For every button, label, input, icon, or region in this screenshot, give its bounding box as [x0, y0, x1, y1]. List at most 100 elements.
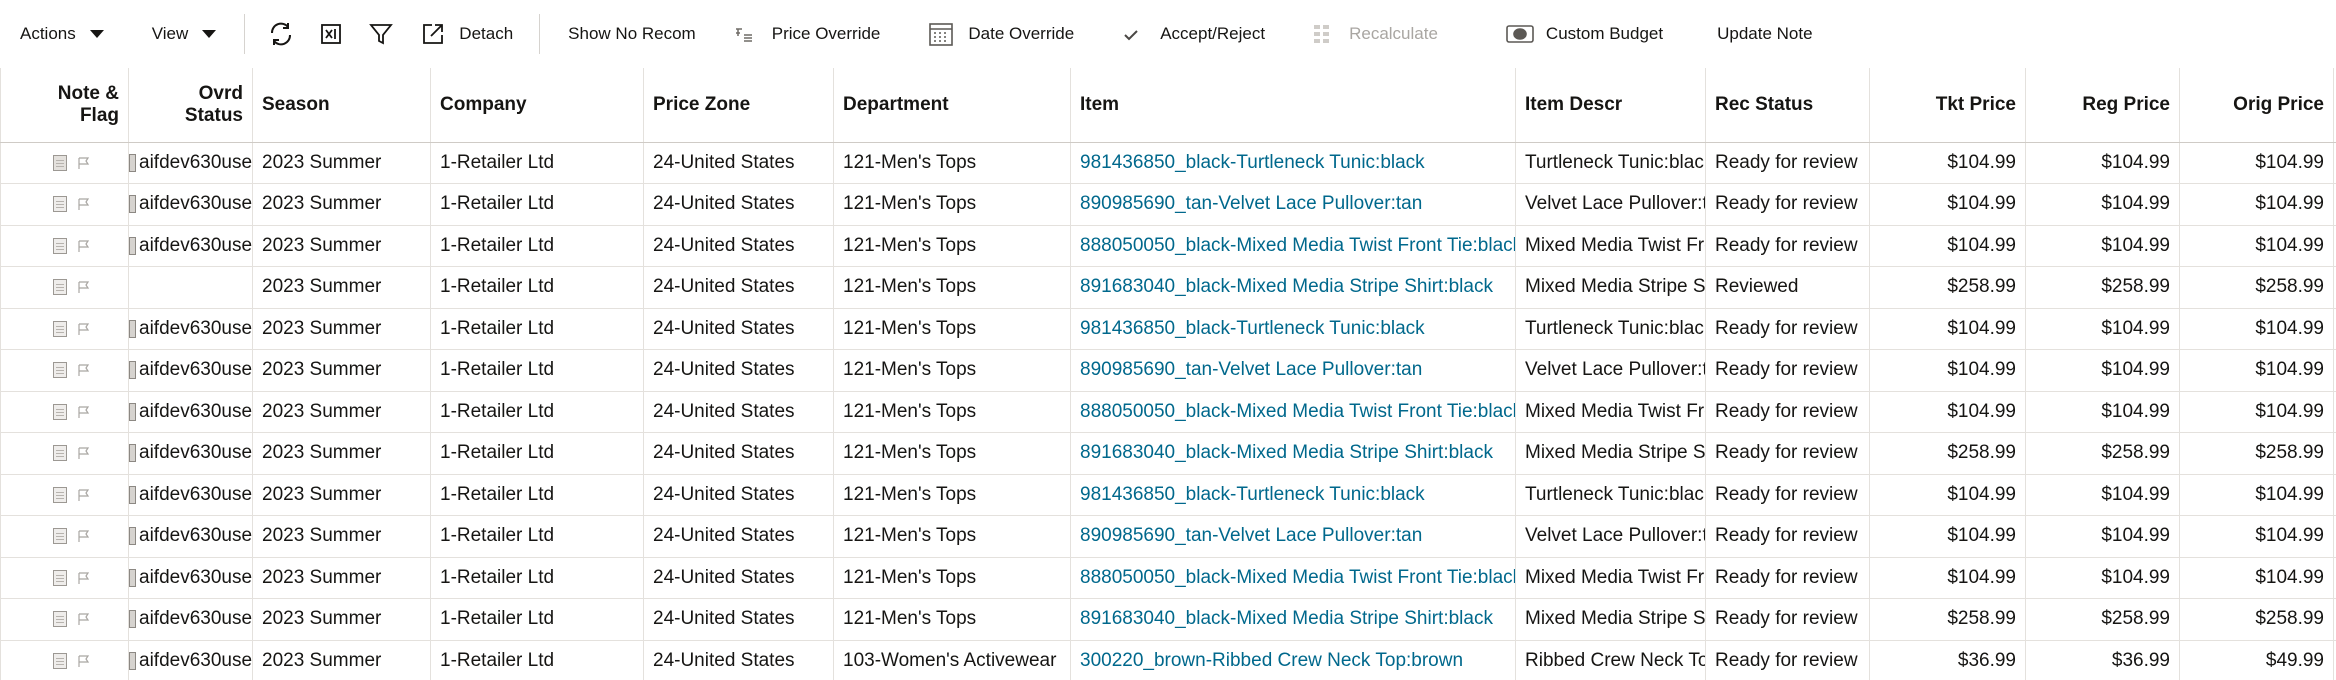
note-icon[interactable]	[53, 320, 67, 337]
filter-button[interactable]	[359, 12, 403, 56]
item-link[interactable]: 890985690_tan-Velvet Lace Pullover:tan	[1070, 515, 1516, 558]
ovrd-status-cell: aifdev630user	[128, 515, 253, 558]
note-icon[interactable]	[53, 528, 67, 545]
note-icon[interactable]	[53, 652, 67, 669]
header-rec-status[interactable]: Rec Status	[1705, 68, 1870, 143]
item-link[interactable]: 891683040_black-Mixed Media Stripe Shirt…	[1070, 266, 1516, 309]
flag-icon[interactable]	[77, 654, 91, 668]
header-item-descr[interactable]: Item Descr	[1515, 68, 1706, 143]
item-link[interactable]: 981436850_black-Turtleneck Tunic:black	[1070, 473, 1516, 516]
header-note-flag[interactable]: Note & Flag	[0, 68, 129, 143]
override-icon[interactable]	[129, 568, 136, 587]
flag-icon[interactable]	[77, 488, 91, 502]
table-row[interactable]: aifdev630user 2023 Summer 1-Retailer Ltd 24…	[0, 598, 2336, 641]
note-icon[interactable]	[53, 362, 67, 379]
flag-icon[interactable]	[77, 322, 91, 336]
note-icon[interactable]	[53, 154, 67, 171]
note-flag-cell	[0, 390, 129, 433]
flag-icon[interactable]	[77, 446, 91, 460]
company-cell: 1-Retailer Ltd	[430, 183, 644, 226]
table-row[interactable]: aifdev630user 2023 Summer 1-Retailer Ltd 24…	[0, 390, 2336, 433]
header-ovrd-line2: Status	[184, 104, 243, 126]
header-orig-price[interactable]: Orig Price	[2179, 68, 2334, 143]
detach-button[interactable]: Detach	[409, 12, 525, 56]
item-link[interactable]: 888050050_black-Mixed Media Twist Front …	[1070, 556, 1516, 599]
reg-price-cell: $36.99	[2025, 639, 2180, 680]
ovrd-status: aifdev630user	[129, 401, 252, 423]
note-icon[interactable]	[53, 445, 67, 462]
header-reg-price[interactable]: Reg Price	[2025, 68, 2180, 143]
table-row[interactable]: aifdev630user 2023 Summer 1-Retailer Ltd 24…	[0, 432, 2336, 475]
flag-icon[interactable]	[77, 612, 91, 626]
price-override-button[interactable]: Price Override	[722, 12, 893, 56]
item-link[interactable]: 890985690_tan-Velvet Lace Pullover:tan	[1070, 183, 1516, 226]
item-link[interactable]: 981436850_black-Turtleneck Tunic:black	[1070, 307, 1516, 350]
item-link[interactable]: 300220_brown-Ribbed Crew Neck Top:brown	[1070, 639, 1516, 680]
note-icon[interactable]	[53, 486, 67, 503]
override-icon[interactable]	[129, 527, 136, 546]
flag-icon[interactable]	[77, 156, 91, 170]
item-link[interactable]: 890985690_tan-Velvet Lace Pullover:tan	[1070, 349, 1516, 392]
date-override-button[interactable]: Date Override	[916, 12, 1086, 56]
refresh-button[interactable]	[259, 12, 303, 56]
override-icon[interactable]	[129, 236, 136, 255]
table-row[interactable]: aifdev630user 2023 Summer 1-Retailer Ltd 24…	[0, 473, 2336, 516]
table-row[interactable]: aifdev630user 2023 Summer 1-Retailer Ltd 24…	[0, 349, 2336, 392]
override-icon[interactable]	[129, 153, 136, 172]
flag-icon[interactable]	[77, 405, 91, 419]
flag-icon[interactable]	[77, 197, 91, 211]
table-row[interactable]: aifdev630user 2023 Summer 1-Retailer Ltd 24…	[0, 639, 2336, 680]
actions-menu[interactable]: Actions	[8, 12, 116, 56]
note-icon[interactable]	[53, 569, 67, 586]
note-icon[interactable]	[53, 237, 67, 254]
table-row[interactable]: 2023 Summer 1-Retailer Ltd 24-United State…	[0, 266, 2336, 309]
table-row[interactable]: aifdev630user 2023 Summer 1-Retailer Ltd 24…	[0, 515, 2336, 558]
override-icon[interactable]	[129, 444, 136, 463]
override-icon[interactable]	[129, 361, 136, 380]
update-note-button[interactable]: Update Note	[1705, 12, 1824, 56]
flag-icon[interactable]	[77, 571, 91, 585]
note-icon[interactable]	[53, 403, 67, 420]
flag-icon[interactable]	[77, 239, 91, 253]
table-row[interactable]: aifdev630user 2023 Summer 1-Retailer Ltd 24…	[0, 224, 2336, 267]
recalculate-button[interactable]: Recalculate	[1301, 12, 1450, 56]
table-body: aifdev630user 2023 Summer 1-Retailer Ltd 24…	[0, 141, 2336, 680]
override-icon[interactable]	[129, 319, 136, 338]
header-price-zone[interactable]: Price Zone	[643, 68, 834, 143]
view-menu[interactable]: View	[140, 12, 229, 56]
flag-icon[interactable]	[77, 529, 91, 543]
note-icon[interactable]	[53, 279, 67, 296]
override-icon[interactable]	[129, 195, 136, 214]
header-department[interactable]: Department	[833, 68, 1071, 143]
table-row[interactable]: aifdev630user 2023 Summer 1-Retailer Ltd 24…	[0, 307, 2336, 350]
table-row[interactable]: aifdev630user 2023 Summer 1-Retailer Ltd 24…	[0, 183, 2336, 226]
header-item[interactable]: Item	[1070, 68, 1516, 143]
season-cell: 2023 Summer	[252, 307, 431, 350]
header-note-flag-line1: Note &	[57, 82, 119, 104]
flag-icon[interactable]	[77, 363, 91, 377]
accept-reject-button[interactable]: Accept/Reject	[1110, 12, 1277, 56]
override-icon[interactable]	[129, 651, 136, 670]
header-company[interactable]: Company	[430, 68, 644, 143]
show-no-recom-button[interactable]: Show No Recom	[554, 12, 708, 56]
override-icon[interactable]	[129, 610, 136, 629]
price-zone-cell: 24-United States	[643, 224, 834, 267]
header-tkt-price[interactable]: Tkt Price	[1869, 68, 2026, 143]
override-icon[interactable]	[129, 485, 136, 504]
override-icon[interactable]	[129, 402, 136, 421]
header-ovrd-status[interactable]: Ovrd Status	[128, 68, 253, 143]
flag-icon[interactable]	[77, 280, 91, 294]
header-season[interactable]: Season	[252, 68, 431, 143]
item-descr-cell: Velvet Lace Pullover:tan	[1515, 515, 1706, 558]
note-icon[interactable]	[53, 611, 67, 628]
custom-budget-button[interactable]: Custom Budget	[1494, 12, 1675, 56]
table-row[interactable]: aifdev630user 2023 Summer 1-Retailer Ltd 24…	[0, 556, 2336, 599]
note-icon[interactable]	[53, 196, 67, 213]
item-link[interactable]: 888050050_black-Mixed Media Twist Front …	[1070, 390, 1516, 433]
export-excel-button[interactable]	[309, 12, 353, 56]
item-link[interactable]: 891683040_black-Mixed Media Stripe Shirt…	[1070, 432, 1516, 475]
item-link[interactable]: 981436850_black-Turtleneck Tunic:black	[1070, 141, 1516, 184]
table-row[interactable]: aifdev630user 2023 Summer 1-Retailer Ltd 24…	[0, 141, 2336, 184]
item-link[interactable]: 891683040_black-Mixed Media Stripe Shirt…	[1070, 598, 1516, 641]
item-link[interactable]: 888050050_black-Mixed Media Twist Front …	[1070, 224, 1516, 267]
